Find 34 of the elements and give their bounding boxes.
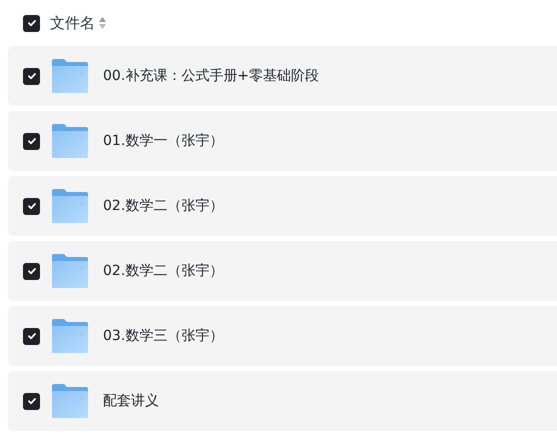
checkbox[interactable] xyxy=(23,68,40,84)
sort-icon[interactable] xyxy=(99,17,106,29)
folder-icon xyxy=(52,384,88,418)
check-icon xyxy=(26,136,36,146)
folder-icon xyxy=(52,124,88,158)
check-icon xyxy=(26,396,36,406)
file-name: 03.数学三（张宇） xyxy=(103,326,224,346)
check-icon xyxy=(26,201,36,211)
check-icon xyxy=(26,71,36,81)
checkbox[interactable] xyxy=(23,14,40,32)
file-name: 02.数学二（张宇） xyxy=(103,196,224,216)
folder-icon xyxy=(52,254,88,288)
checkbox[interactable] xyxy=(23,328,40,344)
column-header[interactable]: 文件名 xyxy=(50,12,95,34)
check-icon xyxy=(26,331,36,341)
checkbox[interactable] xyxy=(23,392,40,410)
check-icon xyxy=(26,266,36,276)
file-row[interactable]: 02.数学二（张宇） xyxy=(8,241,557,301)
folder-icon xyxy=(52,189,88,223)
checkbox[interactable] xyxy=(23,132,40,150)
file-row[interactable]: 02.数学二（张宇） xyxy=(8,176,557,236)
file-name: 配套讲义 xyxy=(103,392,159,410)
file-row[interactable]: 03.数学三（张宇） xyxy=(8,306,557,366)
file-row[interactable]: 00.补充课：公式手册+零基础阶段 xyxy=(8,46,557,106)
file-name: 02.数学二（张宇） xyxy=(103,262,224,280)
folder-icon xyxy=(52,319,88,353)
file-name: 01.数学一（张宇） xyxy=(103,132,224,150)
file-name: 00.补充课：公式手册+零基础阶段 xyxy=(103,66,319,86)
checkbox[interactable] xyxy=(23,262,40,280)
folder-icon xyxy=(52,59,88,93)
file-row[interactable]: 配套讲义 xyxy=(8,371,557,431)
checkbox[interactable] xyxy=(23,198,40,214)
check-icon xyxy=(26,18,36,28)
file-row[interactable]: 01.数学一（张宇） xyxy=(8,111,557,171)
